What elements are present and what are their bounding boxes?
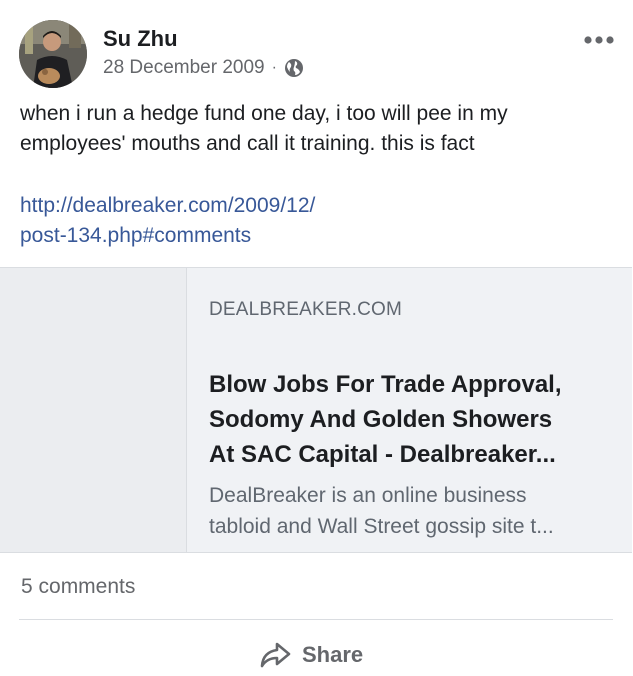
share-label: Share xyxy=(302,642,364,667)
meta-separator: · xyxy=(271,59,277,76)
preview-description: DealBreaker is an online business tabloi… xyxy=(209,480,619,542)
preview-title-line: At SAC Capital - Dealbreaker... xyxy=(209,441,556,468)
post-text-line: employees' mouths and call it training. … xyxy=(20,132,475,155)
avatar-photo xyxy=(19,20,87,88)
avatar[interactable] xyxy=(19,20,87,88)
share-button[interactable]: Share xyxy=(258,637,363,673)
link-preview-card[interactable]: DEALBREAKER.COM Blow Jobs For Trade Appr… xyxy=(0,267,632,553)
preview-thumbnail xyxy=(0,268,187,552)
post-link-line[interactable]: http://dealbreaker.com/2009/12/ xyxy=(20,191,620,221)
post-date[interactable]: 28 December 2009 xyxy=(103,57,265,79)
preview-title-line: Blow Jobs For Trade Approval, xyxy=(209,371,562,398)
post-link-line[interactable]: post-134.php#comments xyxy=(20,221,620,251)
globe-icon xyxy=(284,58,304,78)
post-text-line: when i run a hedge fund one day, i too w… xyxy=(20,102,508,125)
author-name[interactable]: Su Zhu xyxy=(103,26,178,52)
preview-desc-line: DealBreaker is an online business xyxy=(209,484,527,507)
share-arrow-icon xyxy=(258,640,292,670)
preview-title-line: Sodomy And Golden Showers xyxy=(209,406,553,433)
divider xyxy=(19,619,613,620)
post-meta: 28 December 2009 · xyxy=(103,57,304,79)
post-header: Su Zhu 28 December 2009 · xyxy=(0,0,633,96)
post-text: when i run a hedge fund one day, i too w… xyxy=(20,99,620,159)
comments-count[interactable]: 5 comments xyxy=(21,575,135,599)
preview-desc-line: tabloid and Wall Street gossip site t... xyxy=(209,515,554,538)
preview-title: Blow Jobs For Trade Approval, Sodomy And… xyxy=(209,367,619,472)
post-link[interactable]: http://dealbreaker.com/2009/12/ post-134… xyxy=(20,191,620,251)
facebook-post: Su Zhu 28 December 2009 · when i run a h… xyxy=(0,0,633,674)
preview-domain: DEALBREAKER.COM xyxy=(209,299,403,320)
more-options-icon[interactable] xyxy=(582,30,616,50)
